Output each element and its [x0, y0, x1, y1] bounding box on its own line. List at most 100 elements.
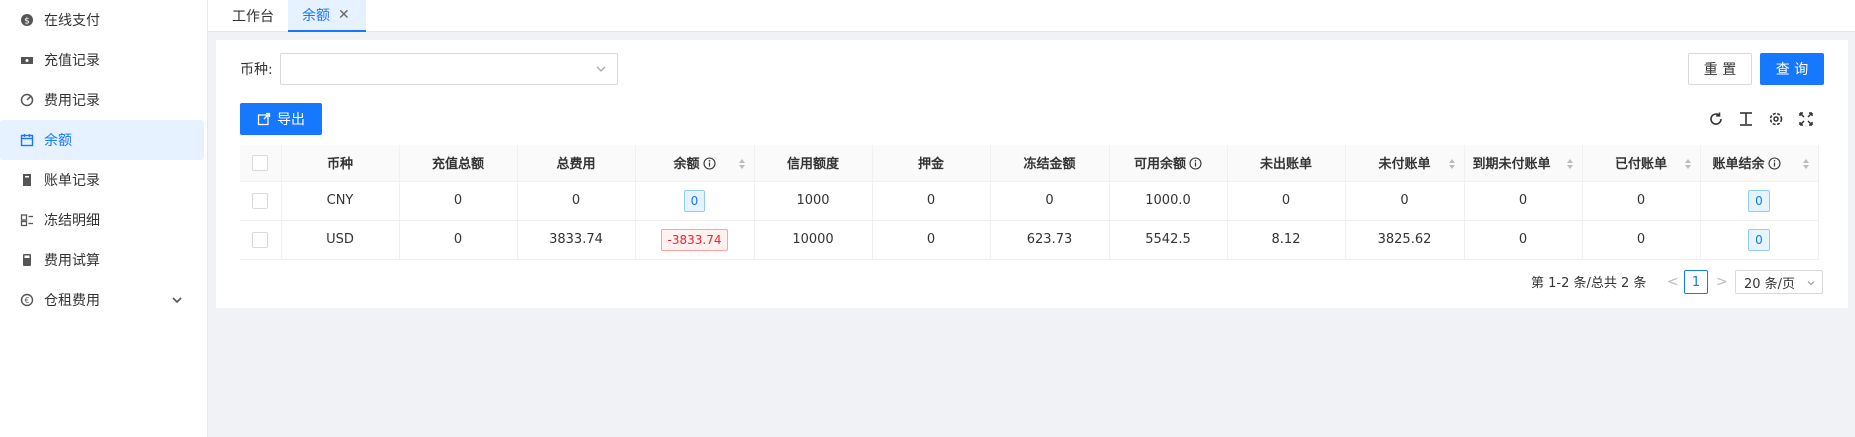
sidebar-item-bill-records[interactable]: 账单记录	[0, 160, 204, 200]
balance-tag[interactable]: 0	[683, 189, 706, 212]
sidebar-item-label: 仓租费用	[44, 293, 100, 309]
cell-available-balance: 5542.5	[1109, 220, 1228, 260]
page-size-select[interactable]: 20 条/页	[1735, 270, 1823, 294]
cell-recharge-total: 0	[399, 181, 518, 221]
col-bill-balance[interactable]: 账单结余	[1700, 145, 1819, 182]
col-frozen-amount: 冻结金额	[990, 145, 1110, 182]
sidebar-item-label: 在线支付	[44, 13, 100, 29]
svg-text:€: €	[25, 296, 30, 305]
sidebar-item-label: 余额	[44, 133, 72, 149]
chevron-down-icon	[170, 293, 184, 307]
row-checkbox[interactable]	[252, 192, 269, 209]
pagination-summary: 第 1-2 条/总共 2 条	[1531, 276, 1647, 291]
sidebar-item-label: 费用试算	[44, 253, 100, 269]
bill-balance-tag[interactable]: 0	[1748, 228, 1770, 251]
col-paid[interactable]: 已付账单	[1582, 145, 1701, 182]
export-button[interactable]: 导出	[240, 103, 322, 135]
cell-unpaid: 3825.62	[1345, 220, 1465, 260]
freeze-detail-icon	[20, 213, 34, 227]
calendar-icon	[20, 133, 34, 147]
search-button[interactable]: 查 询	[1760, 53, 1824, 85]
info-icon[interactable]	[1767, 157, 1781, 170]
bill-icon	[20, 173, 34, 187]
page-size-value: 20 条/页	[1744, 276, 1796, 292]
cell-recharge-total: 0	[399, 220, 518, 260]
tab-balance[interactable]: 余额 ✕	[288, 0, 366, 32]
fullscreen-icon[interactable]	[1797, 110, 1815, 128]
info-icon[interactable]	[1189, 157, 1202, 170]
select-all-cell	[240, 145, 282, 182]
tab-workbench[interactable]: 工作台	[222, 0, 288, 32]
table-row[interactable]: USD 0 3833.74 -3833.74 10000 0 623.73 55…	[240, 220, 1819, 260]
info-icon[interactable]	[702, 157, 716, 170]
col-available-balance: 可用余额	[1109, 145, 1228, 182]
pagination-page-1[interactable]: 1	[1684, 270, 1708, 294]
sidebar-item-warehouse-fees[interactable]: € 仓租费用	[0, 280, 204, 320]
col-available-balance-label: 可用余额	[1133, 157, 1186, 173]
cell-paid: 0	[1582, 181, 1701, 221]
reload-icon[interactable]	[1707, 110, 1725, 128]
col-unpaid[interactable]: 未付账单	[1345, 145, 1465, 182]
sidebar-item-label: 账单记录	[44, 173, 100, 189]
sidebar-item-label: 充值记录	[44, 53, 100, 69]
sidebar: $ 在线支付 充值记录 费用记录 余额 账单记录 冻结明细 费用试算 € 仓租费…	[0, 0, 208, 437]
col-overdue-unpaid-label: 到期未付账单	[1472, 157, 1551, 173]
sidebar-item-online-payment[interactable]: $ 在线支付	[0, 0, 204, 40]
sidebar-item-balance[interactable]: 余额	[0, 120, 204, 160]
svg-text:$: $	[24, 17, 30, 27]
sort-icon[interactable]	[1566, 158, 1574, 170]
density-icon[interactable]	[1737, 110, 1755, 128]
tab-label: 工作台	[232, 9, 274, 25]
select-all-checkbox[interactable]	[252, 154, 269, 171]
calculator-icon	[20, 253, 34, 267]
col-balance[interactable]: 余额	[635, 145, 755, 182]
sidebar-item-fee-records[interactable]: 费用记录	[0, 80, 204, 120]
cell-frozen-amount: 0	[990, 181, 1110, 221]
balance-tag[interactable]: -3833.74	[660, 228, 729, 251]
export-icon	[257, 112, 271, 126]
row-select-cell	[240, 181, 282, 221]
cell-bill-balance: 0	[1700, 220, 1819, 260]
close-icon[interactable]: ✕	[338, 7, 350, 23]
cell-deposit: 0	[872, 181, 991, 221]
reset-button[interactable]: 重 置	[1688, 53, 1752, 85]
row-checkbox[interactable]	[252, 231, 269, 248]
bill-balance-tag[interactable]: 0	[1748, 189, 1770, 212]
col-total-fee: 总费用	[517, 145, 636, 182]
col-paid-label: 已付账单	[1614, 157, 1667, 173]
sidebar-item-freeze-details[interactable]: 冻结明细	[0, 200, 204, 240]
chevron-down-icon	[595, 63, 607, 75]
export-label: 导出	[277, 112, 305, 128]
cell-unbilled: 0	[1227, 181, 1346, 221]
sidebar-item-recharge-records[interactable]: 充值记录	[0, 40, 204, 80]
sort-icon[interactable]	[1684, 158, 1692, 170]
cell-unpaid: 0	[1345, 181, 1465, 221]
table-row[interactable]: CNY 0 0 0 1000 0 0 1000.0 0 0 0 0 0	[240, 181, 1819, 221]
ticket-icon	[20, 53, 34, 67]
fee-record-icon	[20, 93, 34, 107]
cell-unbilled: 8.12	[1227, 220, 1346, 260]
cell-overdue-unpaid: 0	[1464, 181, 1583, 221]
currency-filter-label: 币种:	[240, 62, 273, 78]
col-currency: 币种	[281, 145, 400, 182]
currency-select[interactable]	[280, 53, 618, 85]
col-unpaid-label: 未付账单	[1378, 157, 1431, 173]
balance-table: 币种 充值总额 总费用 余额 信用额度 押金 冻结金额 可用余额 未出账单 未付…	[240, 145, 1819, 260]
sort-icon[interactable]	[1802, 158, 1810, 170]
cell-overdue-unpaid: 0	[1464, 220, 1583, 260]
payment-icon: $	[20, 13, 34, 27]
warehouse-fee-icon: €	[20, 293, 34, 307]
pagination-prev-button[interactable]: <	[1667, 274, 1679, 290]
cell-balance: 0	[635, 181, 755, 221]
cell-total-fee: 0	[517, 181, 636, 221]
sort-icon[interactable]	[738, 158, 746, 170]
cell-credit-limit: 1000	[754, 181, 873, 221]
sort-icon[interactable]	[1448, 158, 1456, 170]
settings-icon[interactable]	[1767, 110, 1785, 128]
pagination-next-button[interactable]: >	[1716, 274, 1728, 290]
col-overdue-unpaid[interactable]: 到期未付账单	[1464, 145, 1583, 182]
sidebar-item-fee-trial[interactable]: 费用试算	[0, 240, 204, 280]
cell-currency: USD	[281, 220, 400, 260]
col-bill-balance-label: 账单结余	[1712, 157, 1765, 173]
cell-deposit: 0	[872, 220, 991, 260]
